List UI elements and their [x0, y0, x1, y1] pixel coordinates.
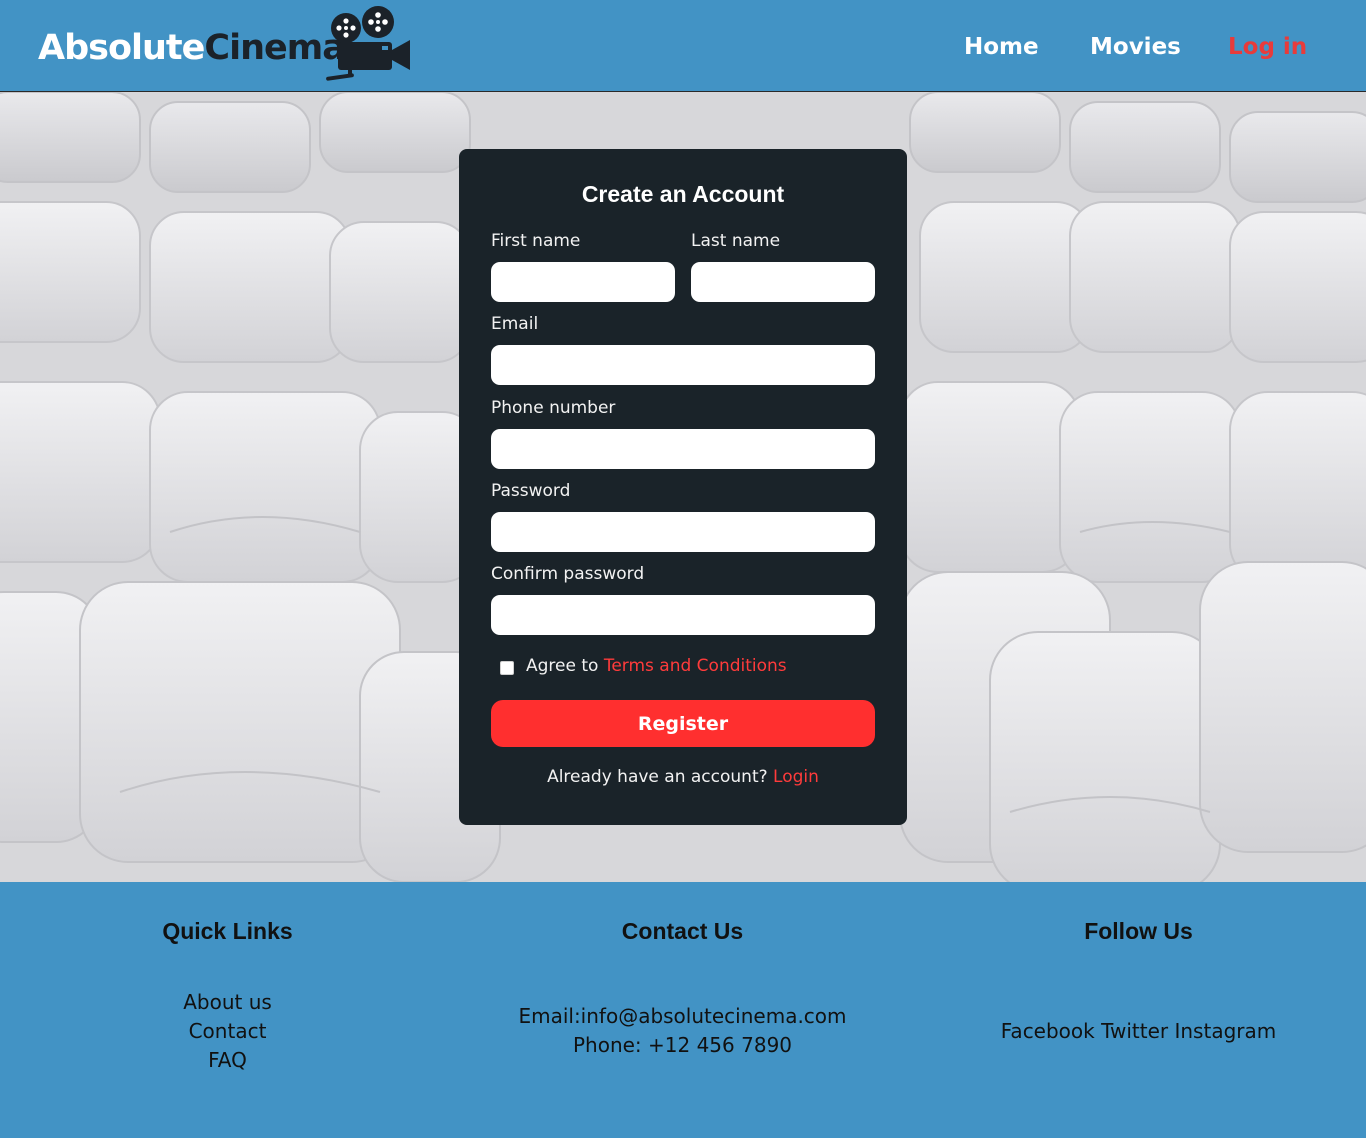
footer-contact-link[interactable]: Contact [0, 1017, 455, 1046]
film-camera-icon [326, 6, 410, 81]
confirm-password-input[interactable] [491, 595, 875, 635]
agree-prefix: Agree to [526, 656, 604, 676]
first-name-label: First name [491, 231, 581, 251]
contact-email: Email:info@absolutecinema.com [518, 1004, 847, 1028]
already-prefix: Already have an account? [547, 767, 774, 787]
footer-faq-link[interactable]: FAQ [0, 1046, 455, 1075]
follow-heading: Follow Us [1084, 918, 1193, 944]
terms-link[interactable]: Terms and Conditions [604, 656, 787, 676]
quick-links-heading: Quick Links [162, 918, 293, 944]
agree-terms-text: Agree to Terms and Conditions [526, 656, 787, 676]
contact-heading: Contact Us [621, 918, 744, 944]
phone-label: Phone number [491, 398, 616, 418]
password-input[interactable] [491, 512, 875, 552]
contact-phone: Phone: +12 456 7890 [572, 1033, 793, 1057]
email-label: Email [491, 314, 539, 334]
site-logo[interactable]: AbsoluteCinema [38, 26, 346, 70]
confirm-password-label: Confirm password [491, 564, 645, 584]
site-header: AbsoluteCinema Home Movies Log in [0, 0, 1366, 92]
nav-login-link[interactable]: Log in [1228, 30, 1307, 64]
footer-about-link[interactable]: About us [0, 988, 455, 1017]
email-input[interactable] [491, 345, 875, 385]
register-button[interactable]: Register [491, 700, 875, 747]
nav-home-link[interactable]: Home [964, 30, 1039, 64]
last-name-label: Last name [691, 231, 781, 251]
already-account-text: Already have an account? Login [459, 767, 907, 787]
social-links[interactable]: Facebook Twitter Instagram [911, 1017, 1366, 1046]
nav-movies-link[interactable]: Movies [1090, 30, 1181, 64]
logo-text-absolute: Absolute [38, 28, 205, 68]
terms-checkbox[interactable] [500, 661, 514, 675]
phone-input[interactable] [491, 429, 875, 469]
form-title: Create an Account [581, 181, 785, 207]
last-name-input[interactable] [691, 262, 875, 302]
site-footer: Quick Links About us Contact FAQ Contact… [0, 882, 1366, 1138]
register-card: Create an Account First name Last name E… [459, 149, 907, 825]
first-name-input[interactable] [491, 262, 675, 302]
password-label: Password [491, 481, 571, 501]
login-link[interactable]: Login [773, 767, 819, 787]
